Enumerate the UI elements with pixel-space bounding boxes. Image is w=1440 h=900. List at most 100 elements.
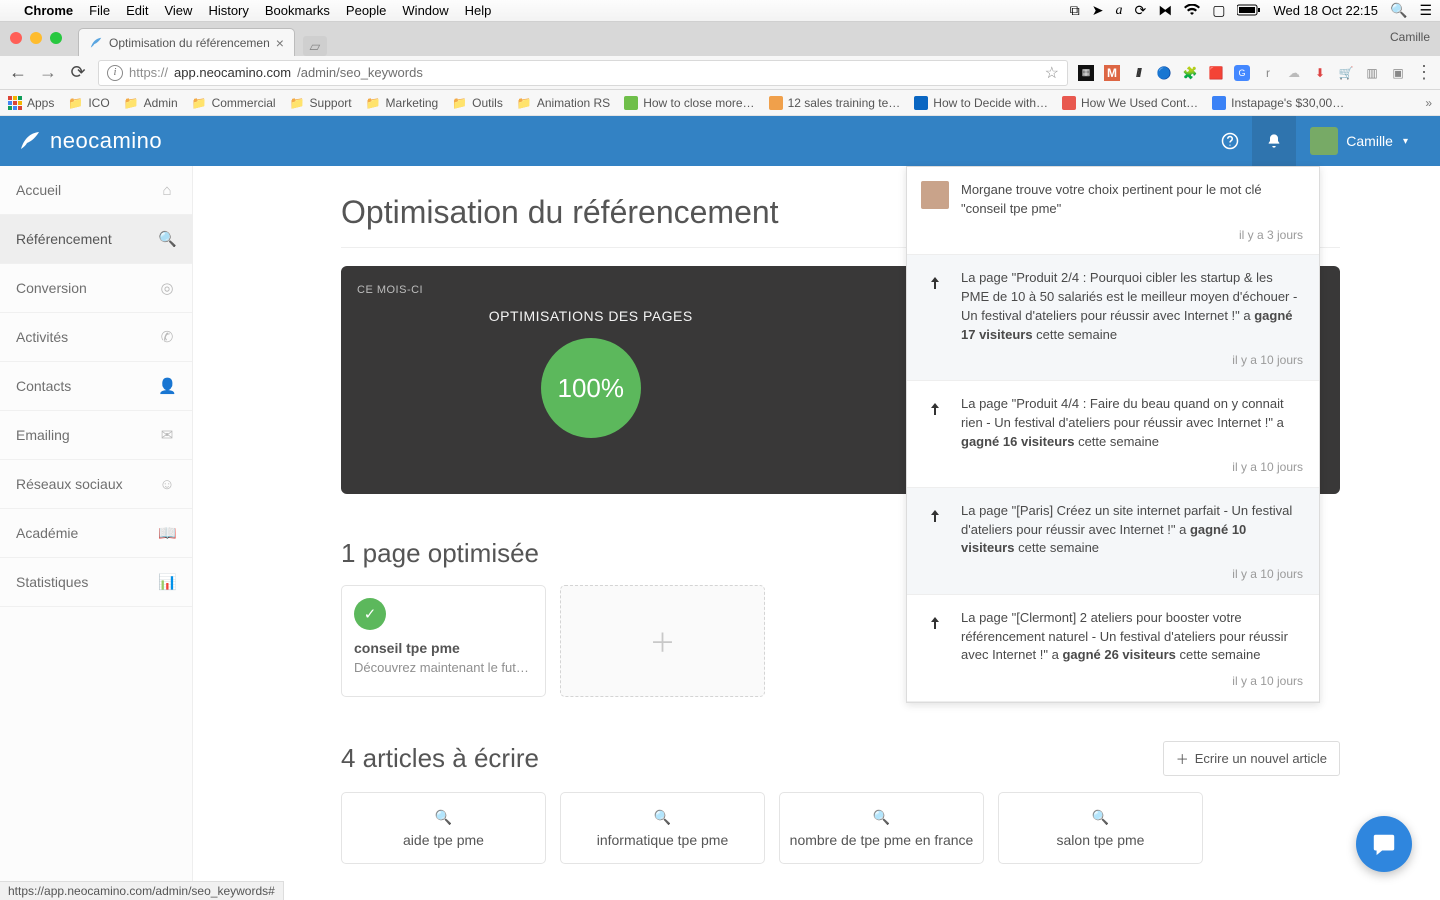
menu-bookmarks[interactable]: Bookmarks [265,3,330,18]
ext-icon[interactable]: ▥ [1364,65,1380,81]
user-name: Camille [1346,133,1393,149]
reload-button[interactable]: ⟳ [68,62,88,83]
menu-history[interactable]: History [208,3,248,18]
ext-icon[interactable]: 🛒 [1338,65,1354,81]
site-info-icon[interactable]: i [107,65,123,81]
forward-button[interactable]: → [38,62,58,83]
minimize-window-icon[interactable] [30,32,42,44]
menu-extras-icon[interactable]: ☰ [1419,2,1432,19]
bluetooth-icon[interactable]: ⧓ [1158,2,1172,19]
menu-app[interactable]: Chrome [24,3,73,18]
bookmark-item[interactable]: 📁Animation RS [517,96,610,110]
bookmark-item[interactable]: 📁Support [290,96,352,110]
ext-icon[interactable]: ▦ [1078,65,1094,81]
browser-tab[interactable]: Optimisation du référencemen × [78,28,295,56]
chrome-menu-icon[interactable]: ⋮ [1416,65,1432,81]
ext-icon[interactable]: G [1234,65,1250,81]
bookmark-item[interactable]: How to close more… [624,96,754,110]
sidebar-item-target[interactable]: Conversion◎ [0,264,192,313]
notification-item[interactable]: La page "[Clermont] 2 ateliers pour boos… [907,595,1319,702]
article-card[interactable]: 🔍salon tpe pme [998,792,1203,864]
ext-icon[interactable]: /// [1130,65,1146,81]
window-controls[interactable] [10,32,62,44]
add-page-card[interactable]: ＋ [560,585,765,697]
ext-icon[interactable]: M [1104,65,1120,81]
ext-icon[interactable]: ⬇ [1312,65,1328,81]
ext-icon[interactable]: ☁ [1286,65,1302,81]
sidebar-item-book[interactable]: Académie📖 [0,509,192,558]
feather-icon [18,129,42,153]
ext-icon[interactable]: 🔵 [1156,65,1172,81]
notification-item[interactable]: La page "Produit 2/4 : Pourquoi cibler l… [907,255,1319,381]
menu-window[interactable]: Window [402,3,448,18]
sync-icon[interactable]: ⟳ [1134,2,1146,19]
up-arrow-icon [921,609,949,637]
intercom-launcher[interactable] [1356,816,1412,872]
notification-item[interactable]: La page "Produit 4/4 : Faire du beau qua… [907,381,1319,488]
brand-logo[interactable]: neocamino [18,128,162,154]
airplay-icon[interactable]: ▢ [1212,2,1225,19]
bookmark-item[interactable]: 📁Marketing [366,96,439,110]
streak-icon[interactable]: ➤ [1092,2,1104,19]
zoom-window-icon[interactable] [50,32,62,44]
menubar-clock[interactable]: Wed 18 Oct 22:15 [1273,3,1378,18]
article-card[interactable]: 🔍informatique tpe pme [560,792,765,864]
article-card[interactable]: 🔍aide tpe pme [341,792,546,864]
optimised-page-card[interactable]: ✓ conseil tpe pme Découvrez maintenant l… [341,585,546,697]
browser-profile[interactable]: Camille [1390,30,1430,44]
bookmarks-overflow-icon[interactable]: » [1425,96,1432,110]
close-window-icon[interactable] [10,32,22,44]
ext-icon[interactable]: r [1260,65,1276,81]
help-icon[interactable] [1208,116,1252,166]
menu-edit[interactable]: Edit [126,3,148,18]
sidebar-item-home[interactable]: Accueil⌂ [0,166,192,215]
status-bar-url: https://app.neocamino.com/admin/seo_keyw… [0,881,284,900]
ext-icon[interactable]: 🟥 [1208,65,1224,81]
url-host: app.neocamino.com [174,65,291,80]
menu-view[interactable]: View [164,3,192,18]
script-icon[interactable]: a [1115,3,1122,19]
user-menu[interactable]: Camille ▾ [1296,127,1422,155]
new-tab-button[interactable]: ▱ [303,36,327,56]
home-icon: ⌂ [158,182,176,199]
month-label: CE MOIS-CI [357,284,423,296]
bookmark-label: Admin [144,96,178,110]
bookmark-item[interactable]: 📁Outils [452,96,503,110]
ext-icon[interactable]: ▣ [1390,65,1406,81]
spotlight-icon[interactable]: 🔍 [1390,2,1407,19]
notification-item[interactable]: La page "[Paris] Créez un site internet … [907,488,1319,595]
bookmark-item[interactable]: 📁Commercial [192,96,276,110]
sidebar-item-user[interactable]: Contacts👤 [0,362,192,411]
bookmark-item[interactable]: How to Decide with… [914,96,1048,110]
sidebar-item-smile[interactable]: Réseaux sociaux☺ [0,460,192,509]
battery-icon[interactable] [1237,3,1261,19]
bookmark-item[interactable]: How We Used Cont… [1062,96,1198,110]
ext-icon[interactable]: 🧩 [1182,65,1198,81]
metric-pages: OPTIMISATIONS DES PAGES 100% [341,288,841,476]
dropbox-icon[interactable]: ⧉ [1070,2,1080,19]
address-bar[interactable]: i https://app.neocamino.com/admin/seo_ke… [98,60,1068,86]
bookmark-item[interactable]: 📁Admin [124,96,178,110]
back-button[interactable]: ← [8,62,28,83]
bookmark-item[interactable]: Instapage's $30,00… [1212,96,1344,110]
sidebar-item-mail[interactable]: Emailing✉ [0,411,192,460]
bookmark-label: How to close more… [643,96,754,110]
menu-file[interactable]: File [89,3,110,18]
metric-pages-value: 100% [541,338,641,438]
sidebar-item-search[interactable]: Référencement🔍 [0,215,192,264]
article-card[interactable]: 🔍nombre de tpe pme en france [779,792,984,864]
sidebar-item-chart[interactable]: Statistiques📊 [0,558,192,607]
bookmark-item[interactable]: 12 sales training te… [769,96,901,110]
menu-people[interactable]: People [346,3,386,18]
tab-close-icon[interactable]: × [276,35,284,51]
bookmark-item[interactable]: Apps [8,96,54,110]
sidebar-item-phone[interactable]: Activités✆ [0,313,192,362]
bookmark-item[interactable]: 📁ICO [68,96,109,110]
write-article-button[interactable]: ＋ Ecrire un nouvel article [1163,741,1340,776]
bookmark-star-icon[interactable]: ☆ [1045,63,1059,83]
notification-item[interactable]: Morgane trouve votre choix pertinent pou… [907,167,1319,255]
wifi-icon[interactable] [1184,3,1200,19]
menu-help[interactable]: Help [465,3,492,18]
notifications-icon[interactable] [1252,116,1296,166]
notification-time: il y a 10 jours [961,673,1303,690]
